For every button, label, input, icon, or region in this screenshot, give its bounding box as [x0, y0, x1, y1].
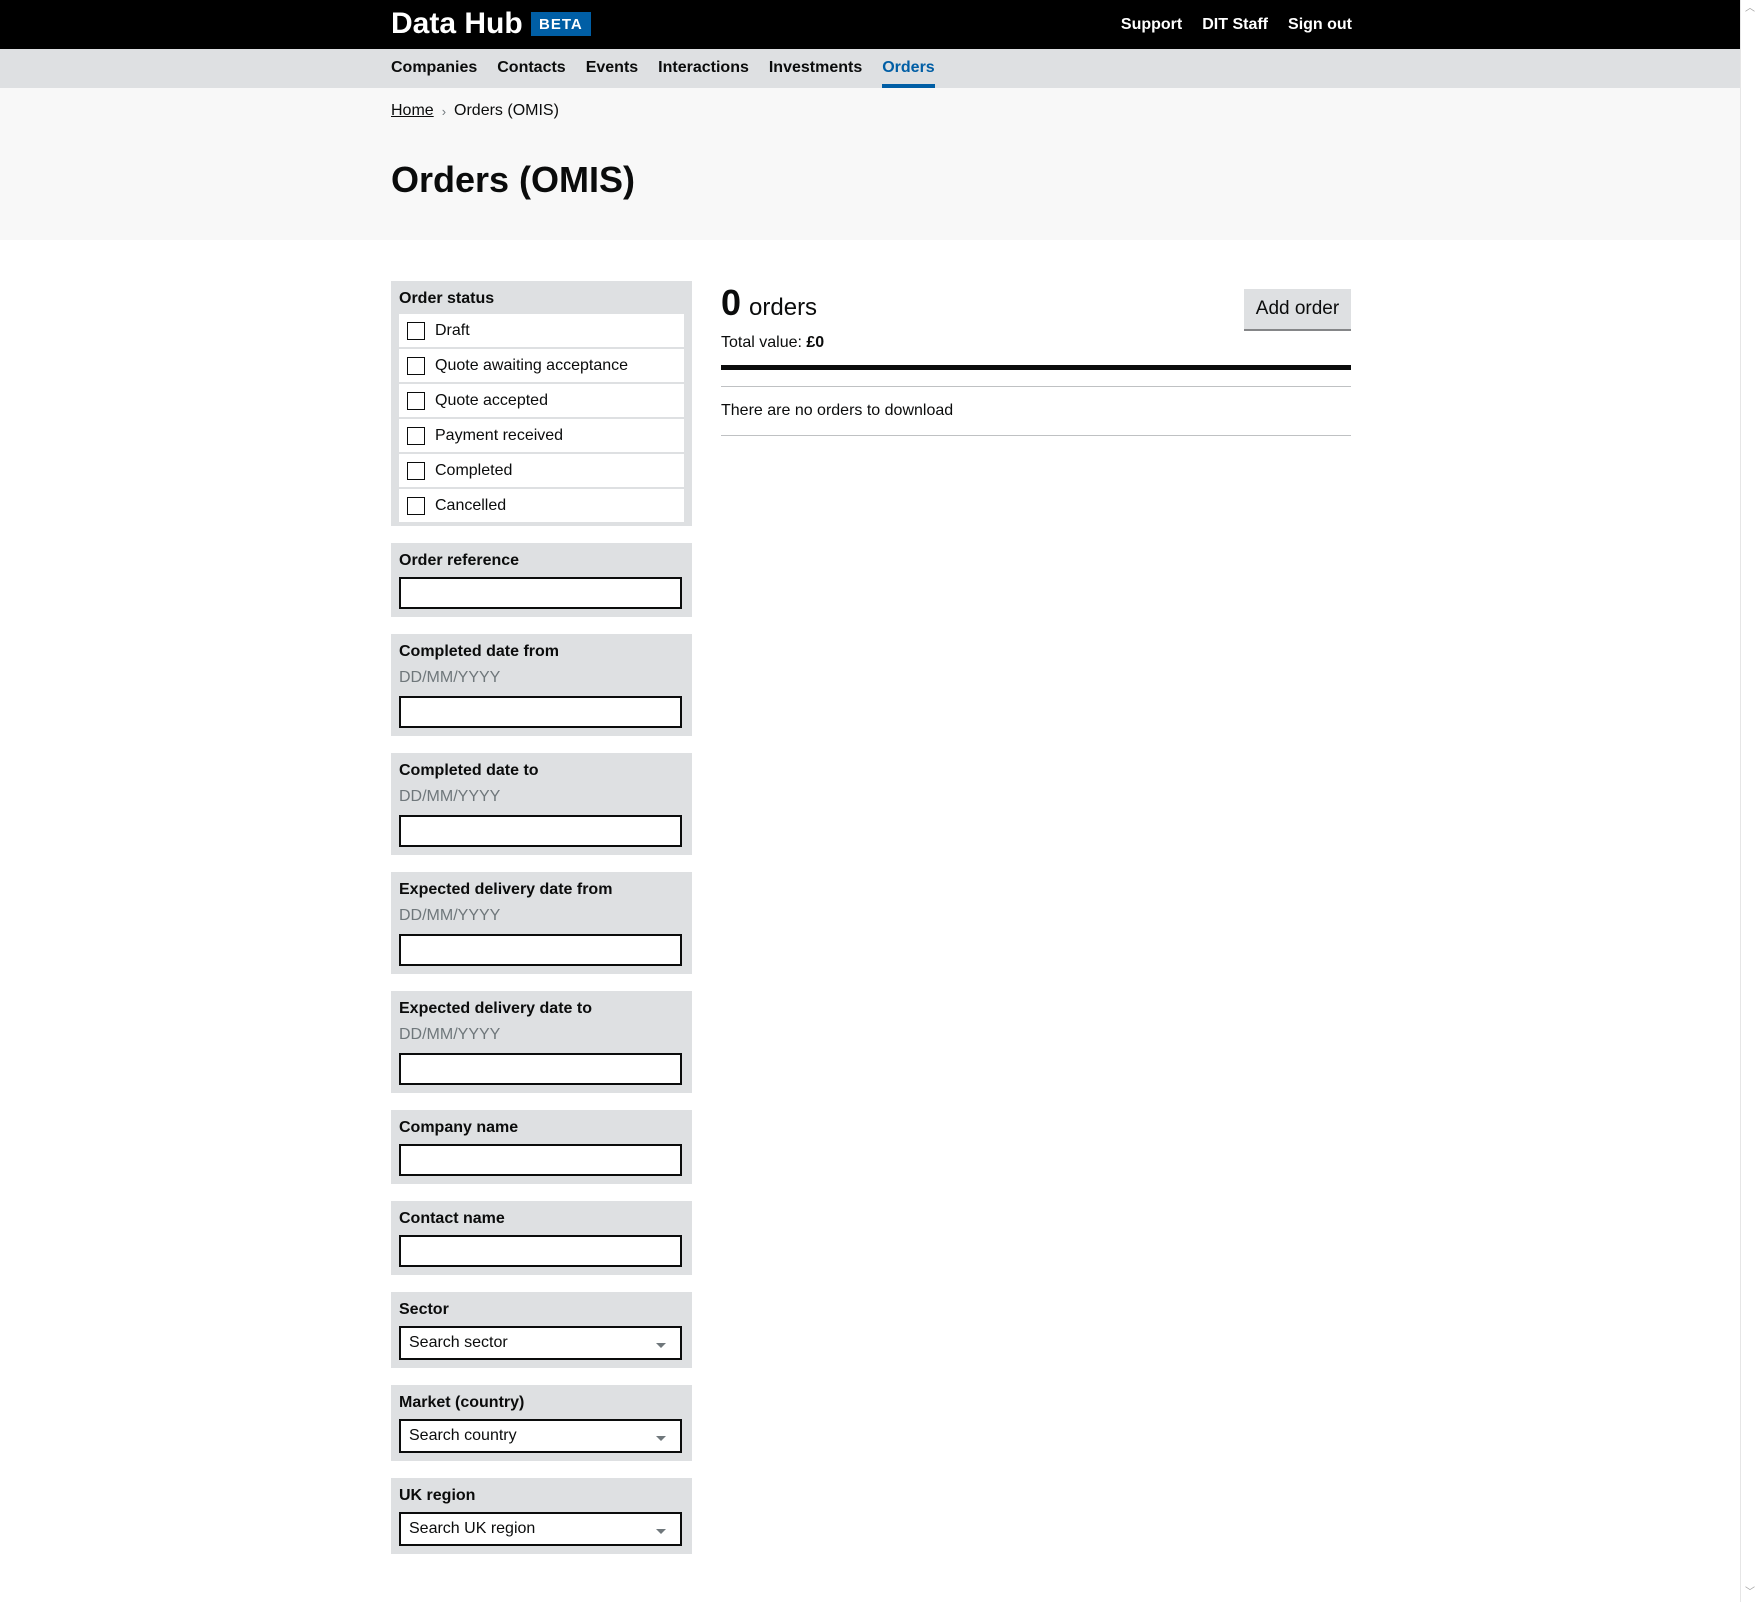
select-placeholder: Search sector [409, 1334, 508, 1351]
empty-results-message: There are no orders to download [721, 386, 1351, 436]
nav-interactions[interactable]: Interactions [658, 49, 749, 88]
caret-down-icon [656, 1529, 666, 1534]
filter-label: Company name [399, 1119, 519, 1136]
status-option-completed[interactable]: Completed [399, 454, 684, 487]
option-label: Completed [435, 461, 513, 479]
filter-label: Completed date to [399, 762, 539, 779]
top-bar: Data Hub BETA Support DIT Staff Sign out [0, 0, 1741, 49]
caret-down-icon [656, 1436, 666, 1441]
date-format-hint: DD/MM/YYYY [399, 907, 501, 924]
total-value-amount: £0 [806, 334, 825, 351]
sector-select[interactable]: Search sector [399, 1326, 682, 1360]
checkbox[interactable] [407, 461, 425, 480]
results-divider [721, 365, 1351, 370]
order-reference-input[interactable] [399, 577, 682, 609]
status-option-quote-awaiting[interactable]: Quote awaiting acceptance [399, 349, 684, 382]
filters-sidebar: Order status Draft Quote awaiting accept… [391, 281, 692, 1571]
main-nav-bar: Companies Contacts Events Interactions I… [0, 49, 1741, 88]
scroll-down-arrow-icon[interactable]: ﹀ [1745, 1588, 1755, 1598]
select-placeholder: Search country [409, 1427, 517, 1444]
select-placeholder: Search UK region [409, 1520, 536, 1537]
filter-contact-name: Contact name [391, 1201, 692, 1275]
filter-label: UK region [399, 1487, 476, 1504]
checkbox[interactable] [407, 426, 425, 445]
sign-out-link[interactable]: Sign out [1288, 16, 1352, 34]
status-option-draft[interactable]: Draft [399, 314, 684, 347]
filter-label: Order reference [399, 552, 520, 569]
filter-completed-date-from: Completed date from DD/MM/YYYY [391, 634, 692, 736]
status-option-cancelled[interactable]: Cancelled [399, 489, 684, 522]
nav-orders[interactable]: Orders [882, 49, 936, 88]
date-format-hint: DD/MM/YYYY [399, 669, 501, 686]
filter-company-name: Company name [391, 1110, 692, 1184]
option-label: Quote awaiting acceptance [435, 356, 629, 374]
market-select[interactable]: Search country [399, 1419, 682, 1453]
page: Data Hub BETA Support DIT Staff Sign out… [0, 0, 1741, 1602]
filter-completed-date-to: Completed date to DD/MM/YYYY [391, 753, 692, 855]
filter-label: Completed date from [399, 643, 560, 660]
support-link[interactable]: Support [1121, 16, 1182, 34]
filter-expected-delivery-from: Expected delivery date from DD/MM/YYYY [391, 872, 692, 974]
result-count-label: orders [749, 294, 818, 321]
option-label: Quote accepted [435, 391, 548, 409]
expected-delivery-to-input[interactable] [399, 1053, 682, 1085]
status-option-payment-received[interactable]: Payment received [399, 419, 684, 452]
filter-label: Contact name [399, 1210, 505, 1227]
breadcrumb-chevron-icon: › [441, 103, 447, 119]
beta-badge: BETA [531, 12, 591, 36]
filter-label: Expected delivery date to [399, 1000, 592, 1017]
filter-label: Market (country) [399, 1394, 525, 1411]
nav-contacts[interactable]: Contacts [497, 49, 565, 88]
breadcrumb-current: Orders (OMIS) [454, 102, 559, 119]
date-format-hint: DD/MM/YYYY [399, 788, 501, 805]
main-nav: Companies Contacts Events Interactions I… [391, 49, 936, 88]
result-count-number: 0 [721, 282, 742, 323]
checkbox[interactable] [407, 356, 425, 375]
option-label: Cancelled [435, 496, 507, 514]
scroll-up-arrow-icon[interactable]: ︿ [1745, 4, 1755, 14]
nav-companies[interactable]: Companies [391, 49, 477, 88]
nav-events[interactable]: Events [586, 49, 638, 88]
dit-staff-link[interactable]: DIT Staff [1202, 16, 1268, 34]
total-value-label: Total value: [721, 334, 802, 351]
filter-label: Expected delivery date from [399, 881, 613, 898]
filter-expected-delivery-to: Expected delivery date to DD/MM/YYYY [391, 991, 692, 1093]
company-name-input[interactable] [399, 1144, 682, 1176]
option-label: Payment received [435, 426, 564, 444]
checkbox[interactable] [407, 321, 425, 340]
filter-order-status: Order status Draft Quote awaiting accept… [391, 281, 692, 526]
date-format-hint: DD/MM/YYYY [399, 1026, 501, 1043]
checkbox[interactable] [407, 496, 425, 515]
uk-region-select[interactable]: Search UK region [399, 1512, 682, 1546]
option-label: Draft [435, 321, 470, 339]
expected-delivery-from-input[interactable] [399, 934, 682, 966]
status-option-quote-accepted[interactable]: Quote accepted [399, 384, 684, 417]
header-links: Support DIT Staff Sign out [1121, 0, 1352, 49]
filter-uk-region: UK region Search UK region [391, 1478, 692, 1554]
breadcrumb-home-link[interactable]: Home [391, 102, 434, 120]
results-panel: 0 orders Add order Total value: £0 There… [721, 283, 1351, 436]
add-order-button[interactable]: Add order [1244, 289, 1351, 329]
status-checkbox-list: Draft Quote awaiting acceptance Quote ac… [399, 314, 684, 522]
nav-investments[interactable]: Investments [769, 49, 862, 88]
breadcrumb: Home › Orders (OMIS) [391, 102, 559, 120]
total-value: Total value: £0 [721, 333, 1351, 353]
caret-down-icon [656, 1343, 666, 1348]
filter-label: Order status [399, 290, 495, 307]
page-header: Home › Orders (OMIS) Orders (OMIS) [0, 88, 1741, 240]
filter-sector: Sector Search sector [391, 1292, 692, 1368]
contact-name-input[interactable] [399, 1235, 682, 1267]
completed-date-from-input[interactable] [399, 696, 682, 728]
filter-label: Sector [399, 1301, 449, 1318]
completed-date-to-input[interactable] [399, 815, 682, 847]
filter-order-reference: Order reference [391, 543, 692, 617]
data-hub-logo[interactable]: Data Hub [391, 6, 523, 42]
checkbox[interactable] [407, 391, 425, 410]
vertical-scrollbar[interactable]: ︿ ﹀ [1740, 0, 1759, 1602]
page-title: Orders (OMIS) [391, 159, 636, 200]
filter-market: Market (country) Search country [391, 1385, 692, 1461]
